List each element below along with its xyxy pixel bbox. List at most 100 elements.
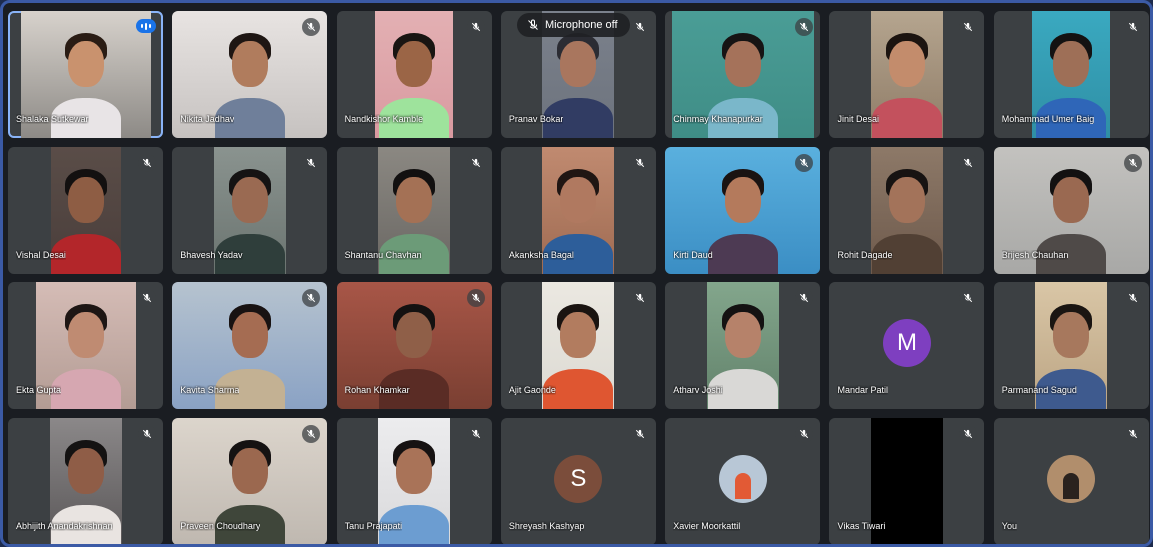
person-face: [396, 41, 433, 87]
mic-off-icon: [138, 153, 156, 172]
participant-tile[interactable]: M Mandar Patil: [829, 282, 985, 409]
mic-off-icon: [959, 289, 978, 307]
participant-name: Mohammad Umer Baig: [1001, 114, 1095, 124]
person-body: [707, 233, 778, 274]
mic-off-icon: [466, 289, 485, 307]
participant-tile[interactable]: Nandkishor Kamble: [336, 11, 492, 138]
participant-tile[interactable]: Parmanand Sagud: [993, 282, 1149, 409]
participant-tile[interactable]: Nikita Jadhav: [172, 11, 328, 138]
participant-tile[interactable]: S Shreyash Kashyap: [500, 417, 656, 544]
participant-tile[interactable]: Ekta Gupta: [8, 282, 163, 409]
person-face: [724, 312, 761, 358]
person-face: [560, 312, 597, 358]
participant-name: Kirti Daud: [673, 249, 713, 260]
mic-off-icon: [630, 424, 649, 443]
person-face: [67, 41, 104, 87]
person-face: [67, 176, 104, 223]
participant-name: Xavier Moorkattil: [673, 520, 741, 531]
mic-off-icon: [795, 153, 814, 172]
participant-tile[interactable]: Rohit Dagade: [829, 146, 985, 274]
participant-name: Nikita Jadhav: [180, 114, 235, 124]
participant-tile[interactable]: Praveen Choudhary: [172, 417, 328, 544]
participant-tile[interactable]: Atharv Joshi: [665, 282, 821, 409]
person-face: [1053, 41, 1090, 87]
mic-off-icon: [630, 18, 649, 36]
person-face: [231, 41, 268, 87]
person-face: [231, 447, 268, 494]
person-face: [67, 447, 104, 494]
participant-tile[interactable]: Chinmay Khanapurkar: [665, 11, 821, 138]
speaking-indicator-icon: [136, 19, 156, 33]
participant-name: Nandkishor Kamble: [344, 114, 424, 124]
mic-off-icon: [795, 424, 814, 443]
mic-off-icon: [1123, 18, 1142, 36]
participant-tile[interactable]: Mohammad Umer Baig: [993, 11, 1149, 138]
mic-off-icon: [959, 153, 978, 172]
participant-name: Chinmay Khanapurkar: [673, 114, 763, 124]
mic-off-icon: [1123, 289, 1142, 307]
mic-off-icon: [528, 19, 538, 30]
person-face: [724, 41, 761, 87]
person-face: [888, 41, 925, 87]
mic-off-icon: [302, 153, 321, 172]
person-face: [1053, 176, 1090, 223]
person-face: [396, 176, 433, 223]
person-face: [560, 176, 597, 223]
participant-tile[interactable]: Xavier Moorkattil: [665, 417, 821, 544]
mic-off-icon: [795, 289, 814, 307]
participant-name: Akanksha Bagal: [508, 249, 574, 260]
participant-video: [870, 11, 943, 138]
participant-tile[interactable]: You: [993, 417, 1149, 544]
participant-avatar: M: [882, 319, 931, 367]
participant-name: Vishal Desai: [16, 249, 66, 260]
participant-name: Rohit Dagade: [837, 249, 893, 260]
participant-name: Bhavesh Yadav: [180, 249, 243, 260]
participant-name: Atharv Joshi: [673, 385, 723, 395]
meeting-stage: Microphone off Shalaka Sutkewar Nikita Ja…: [0, 0, 1153, 547]
participant-tile[interactable]: Abhijith Anandakrishnan: [8, 417, 163, 544]
participant-tile[interactable]: Kavita Sharma: [172, 282, 328, 409]
person-face: [231, 312, 268, 358]
participant-tile[interactable]: Shantanu Chavhan: [336, 146, 492, 274]
participant-name: Mandar Patil: [837, 385, 889, 395]
mic-off-icon: [630, 289, 649, 307]
participant-name: Shantanu Chavhan: [344, 249, 422, 260]
participant-tile[interactable]: Vikas Tiwari: [829, 417, 985, 544]
person-face: [888, 176, 925, 223]
participant-name: Ekta Gupta: [16, 385, 62, 395]
participant-avatar: S: [554, 454, 603, 503]
participant-tile[interactable]: Shalaka Sutkewar: [8, 11, 163, 138]
person-face: [231, 176, 268, 223]
person-face: [560, 41, 597, 87]
participant-tile[interactable]: Akanksha Bagal: [500, 146, 656, 274]
mic-off-icon: [959, 18, 978, 36]
participant-name: Parmanand Sagud: [1001, 385, 1077, 395]
mic-off-icon: [302, 424, 321, 443]
person-face: [724, 176, 761, 223]
person-face: [396, 312, 433, 358]
participant-tile[interactable]: Brijesh Chauhan: [993, 146, 1149, 274]
participant-tile[interactable]: Tanu Prajapati: [336, 417, 492, 544]
participant-grid: Shalaka Sutkewar Nikita Jadhav Nandkishor …: [8, 11, 1150, 544]
participant-name: You: [1001, 520, 1017, 531]
participant-tile[interactable]: Vishal Desai: [8, 146, 163, 274]
participant-tile[interactable]: Jinit Desai: [829, 11, 985, 138]
participant-tile[interactable]: Kirti Daud: [665, 146, 821, 274]
mic-off-icon: [466, 153, 485, 172]
participant-name: Rohan Khamkar: [344, 385, 410, 395]
participant-tile[interactable]: Rohan Khamkar: [336, 282, 492, 409]
tooltip-label: Microphone off: [545, 19, 618, 31]
person-face: [67, 312, 104, 358]
mic-off-icon: [630, 153, 649, 172]
participant-avatar: [1047, 454, 1096, 503]
participant-name: Shalaka Sutkewar: [16, 114, 89, 124]
participant-name: Pranav Bokar: [508, 114, 564, 124]
avatar-photo: [1063, 472, 1080, 499]
participant-tile[interactable]: Ajit Gaonde: [500, 282, 656, 409]
person-face: [1053, 312, 1090, 358]
participant-tile[interactable]: Bhavesh Yadav: [172, 146, 328, 274]
microphone-off-tooltip: Microphone off: [517, 13, 630, 37]
participant-name: Vikas Tiwari: [837, 520, 886, 531]
participant-name: Jinit Desai: [837, 114, 879, 124]
person-face: [396, 447, 433, 494]
